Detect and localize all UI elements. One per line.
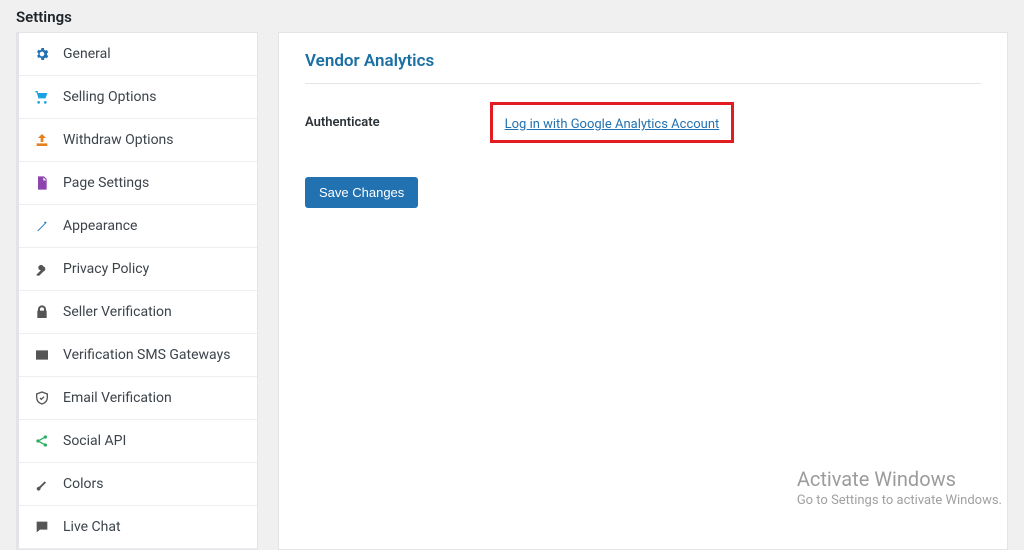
sidebar-item-selling-options[interactable]: Selling Options xyxy=(19,76,257,119)
shield-check-icon xyxy=(33,389,51,407)
sidebar-item-label: Seller Verification xyxy=(63,304,172,320)
sidebar-item-label: Social API xyxy=(63,433,126,449)
authenticate-row: Authenticate Log in with Google Analytic… xyxy=(305,102,981,143)
key-icon xyxy=(33,260,51,278)
page-title: Settings xyxy=(0,0,1024,32)
sidebar-item-label: Selling Options xyxy=(63,89,156,105)
sidebar: General Selling Options Withdraw Options… xyxy=(16,32,258,550)
sidebar-item-page-settings[interactable]: Page Settings xyxy=(19,162,257,205)
sidebar-item-label: Page Settings xyxy=(63,175,149,191)
sidebar-item-label: Privacy Policy xyxy=(63,261,149,277)
page-icon xyxy=(33,174,51,192)
sidebar-item-email-verification[interactable]: Email Verification xyxy=(19,377,257,420)
sidebar-item-colors[interactable]: Colors xyxy=(19,463,257,506)
save-changes-button[interactable]: Save Changes xyxy=(305,177,418,208)
sidebar-item-social-api[interactable]: Social API xyxy=(19,420,257,463)
sidebar-item-verification-sms-gateways[interactable]: Verification SMS Gateways xyxy=(19,334,257,377)
share-icon xyxy=(33,432,51,450)
lock-icon xyxy=(33,303,51,321)
layout: General Selling Options Withdraw Options… xyxy=(0,32,1024,550)
sidebar-item-label: Appearance xyxy=(63,218,137,234)
envelope-icon xyxy=(33,346,51,364)
sidebar-item-label: Colors xyxy=(63,476,103,492)
content-panel: Vendor Analytics Authenticate Log in wit… xyxy=(278,32,1008,550)
wand-icon xyxy=(33,217,51,235)
sidebar-item-general[interactable]: General xyxy=(19,33,257,76)
sidebar-item-appearance[interactable]: Appearance xyxy=(19,205,257,248)
sidebar-item-label: Live Chat xyxy=(63,519,121,535)
upload-icon xyxy=(33,131,51,149)
brush-icon xyxy=(33,475,51,493)
sidebar-item-label: Verification SMS Gateways xyxy=(63,347,230,363)
google-analytics-login-link[interactable]: Log in with Google Analytics Account xyxy=(505,117,720,132)
sidebar-item-label: General xyxy=(63,46,111,62)
chat-icon xyxy=(33,518,51,536)
sidebar-item-label: Withdraw Options xyxy=(63,132,174,148)
sidebar-item-live-chat[interactable]: Live Chat xyxy=(19,506,257,549)
cart-icon xyxy=(33,88,51,106)
sidebar-item-privacy-policy[interactable]: Privacy Policy xyxy=(19,248,257,291)
authenticate-label: Authenticate xyxy=(305,115,380,130)
sidebar-item-seller-verification[interactable]: Seller Verification xyxy=(19,291,257,334)
gear-icon xyxy=(33,45,51,63)
sidebar-item-withdraw-options[interactable]: Withdraw Options xyxy=(19,119,257,162)
sidebar-item-label: Email Verification xyxy=(63,390,172,406)
panel-title: Vendor Analytics xyxy=(305,51,981,84)
authenticate-highlight-box: Log in with Google Analytics Account xyxy=(490,102,735,143)
